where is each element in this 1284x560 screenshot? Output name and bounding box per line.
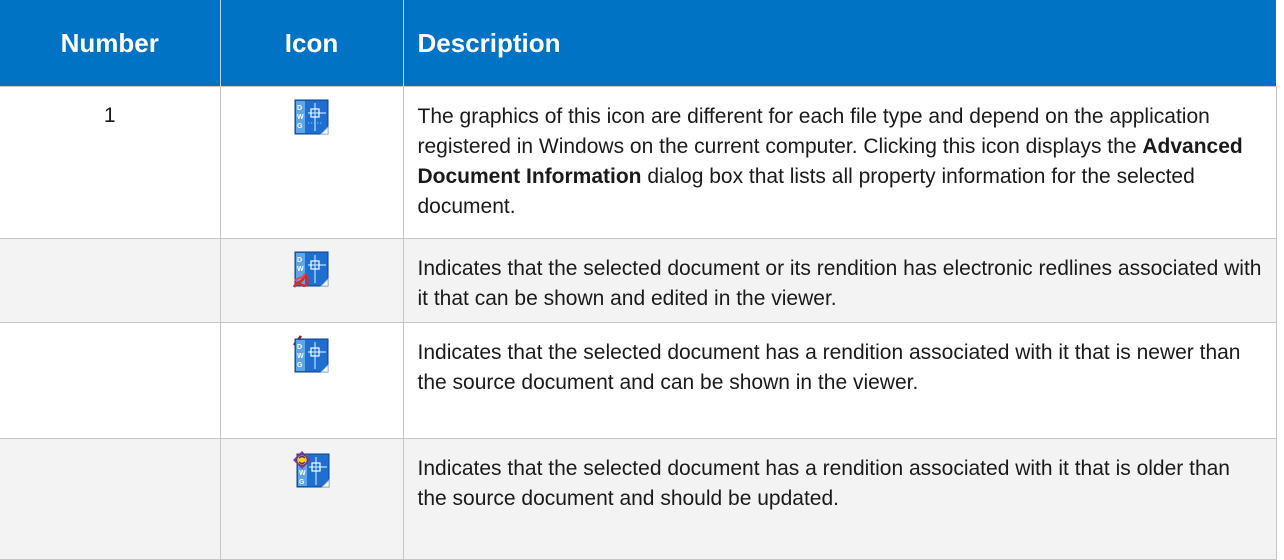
dwg-newer-rendition-icon: D W G: [292, 335, 331, 373]
row-number: [0, 322, 221, 439]
dwg-file-icon[interactable]: D W G: [293, 99, 331, 137]
table-row: W G Indicates that the selected document…: [0, 438, 1277, 560]
table-row: D W Indicates that the selected document…: [0, 238, 1277, 323]
row-icon-cell: D W G: [219, 322, 404, 439]
row-icon-cell: W G: [219, 438, 404, 560]
table-header-row: Number Icon Description: [0, 0, 1276, 87]
svg-text:W: W: [297, 114, 304, 121]
header-description: Description: [402, 0, 1276, 87]
header-number: Number: [0, 0, 220, 87]
row-description: Indicates that the selected document has…: [402, 438, 1277, 560]
dwg-older-rendition-icon: W G: [292, 451, 331, 489]
svg-text:D: D: [297, 344, 302, 351]
table-row: 1 D W G The graphics of this icon are di…: [0, 86, 1277, 239]
icon-description-table: Number Icon Description 1 D W G The grap…: [0, 0, 1277, 560]
table-row: D W G Indicates that the selected docume…: [0, 322, 1277, 439]
header-icon: Icon: [219, 0, 403, 87]
row-number: [0, 438, 221, 560]
svg-text:D: D: [297, 257, 302, 264]
row-number: 1: [0, 86, 221, 239]
row-description: The graphics of this icon are different …: [402, 86, 1277, 239]
row-description: Indicates that the selected document has…: [402, 322, 1277, 439]
row-number: [0, 238, 221, 323]
svg-text:W: W: [297, 266, 304, 273]
description-text: The graphics of this icon are different …: [417, 105, 1210, 158]
dwg-redline-icon: D W: [292, 251, 331, 289]
svg-text:G: G: [297, 362, 303, 369]
svg-text:G: G: [299, 479, 305, 486]
svg-text:G: G: [297, 123, 303, 130]
row-description: Indicates that the selected document or …: [402, 238, 1277, 323]
svg-text:W: W: [297, 353, 304, 360]
row-icon-cell: D W: [219, 238, 404, 323]
svg-text:D: D: [297, 105, 302, 112]
row-icon-cell: D W G: [219, 86, 404, 239]
svg-text:W: W: [299, 470, 306, 477]
